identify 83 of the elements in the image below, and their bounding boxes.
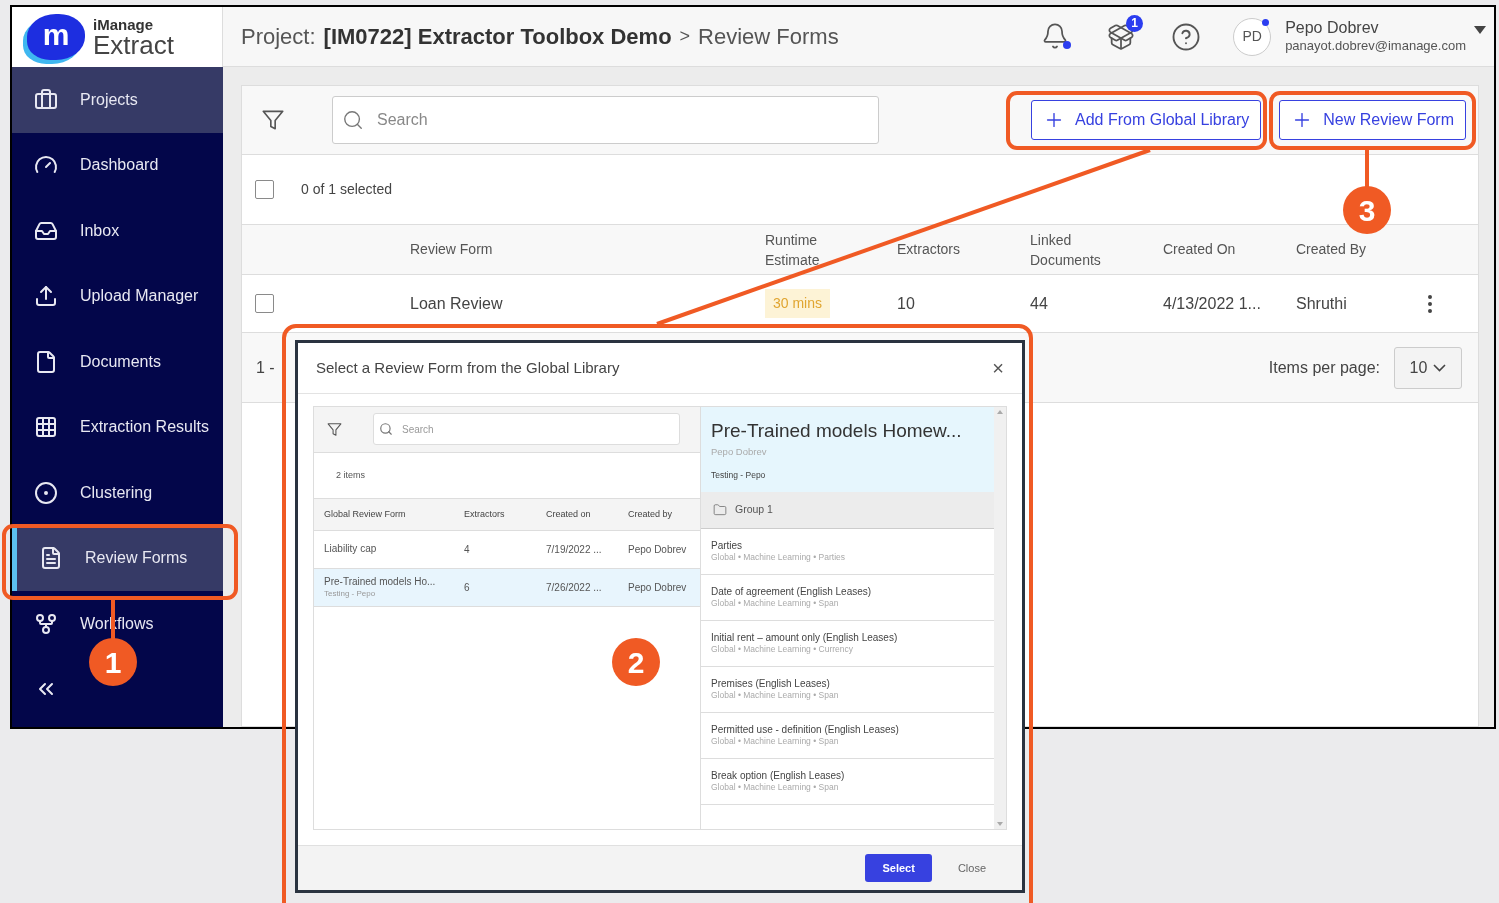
form-subtitle: Testing - Pepo [324, 588, 377, 599]
user-name: Pepo Dobrev [1285, 18, 1380, 39]
column-header[interactable]: Runtime Estimate [765, 229, 865, 270]
search-icon [342, 109, 364, 131]
sidebar-item[interactable]: Projects [12, 67, 223, 133]
selection-count: 0 of 1 selected [301, 180, 393, 199]
table-cell-text: Shruthi [1296, 293, 1348, 314]
extractor-meta: Global • Machine Learning • Span [711, 736, 840, 747]
form-name: Pre-Trained models Ho... [324, 576, 437, 589]
extractor-meta: Global • Machine Learning • Span [711, 690, 840, 701]
extractor-meta: Global • Machine Learning • Currency [711, 644, 855, 655]
form-row[interactable]: Pre-Trained models Ho... Testing - Pepo 6 7/26/2022 ... Pepo Dobrev [314, 568, 700, 607]
item-count: 2 items [336, 468, 365, 482]
document-icon [34, 349, 58, 374]
table-cell[interactable]: Loan Review [410, 291, 765, 316]
column-header[interactable]: Created By [1296, 239, 1418, 260]
logo-brand: iManage [93, 16, 154, 32]
table-cell-text: 4 [464, 542, 471, 557]
table-cell-text: 10 [897, 293, 916, 314]
target-icon [34, 480, 58, 505]
checkbox[interactable] [255, 180, 274, 199]
table-cell-text: Pepo Dobrev [628, 580, 688, 595]
table-cell-text: 4/13/2022 1... [1163, 293, 1262, 314]
runtime-tag: 30 mins [765, 289, 831, 318]
column-header[interactable]: Created on [546, 507, 628, 522]
extractor-meta: Global • Machine Learning • Parties [711, 552, 846, 563]
table-cell-text: 7/19/2022 ... [546, 542, 603, 557]
column-header[interactable]: Created by [628, 507, 700, 522]
sidebar-item[interactable]: Review Forms [12, 525, 223, 591]
column-header[interactable]: Extractors [464, 507, 546, 522]
table-cell-text: 44 [1030, 293, 1049, 314]
sidebar-item[interactable]: Dashboard [12, 132, 223, 198]
search-field[interactable]: Search [373, 413, 680, 446]
grid-icon [34, 415, 58, 440]
detail-title: Pre-Trained models Homew... [711, 418, 963, 443]
sidebar-item[interactable]: Upload Manager [12, 263, 223, 329]
items-per-page-label: Items per page: [1268, 357, 1380, 378]
new-form-button[interactable]: New Review Form [1279, 100, 1466, 140]
table-cell-text: 6 [464, 580, 471, 595]
sidebar-item[interactable]: Clustering [12, 460, 223, 526]
caret-icon[interactable] [1474, 25, 1486, 34]
chevron-down-icon [1433, 363, 1447, 372]
search-field[interactable]: Search [332, 96, 879, 144]
filter-icon[interactable] [326, 420, 343, 438]
search-icon [379, 422, 393, 437]
extractor-meta: Global • Machine Learning • Span [711, 598, 840, 609]
select-button[interactable]: Select [865, 853, 932, 882]
folder-icon [713, 502, 727, 517]
checkbox[interactable] [255, 294, 274, 313]
dialog-title: Select a Review Form from the Global Library [316, 357, 620, 378]
user-avatar[interactable]: PD [1233, 17, 1272, 56]
add-from-library-button[interactable]: Add From Global Library [1031, 100, 1262, 140]
page-range: 1 - [256, 357, 275, 378]
table-cell-text: 7/26/2022 ... [546, 580, 603, 595]
detail-tag: Testing - Pepo [711, 468, 994, 482]
upload-icon [34, 284, 58, 309]
column-header[interactable]: Extractors [897, 239, 1030, 260]
sidebar-item[interactable]: Extraction Results [12, 394, 223, 460]
user-email: panayot.dobrev@imanage.com [1285, 38, 1466, 55]
briefcase-icon [34, 87, 58, 112]
dialog-close-button[interactable]: Close [957, 859, 986, 877]
column-header[interactable]: Global Review Form [324, 507, 464, 522]
column-header[interactable]: Created On [1163, 239, 1296, 260]
detail-author: Pepo Dobrev [711, 444, 768, 459]
help-icon[interactable] [1171, 21, 1202, 52]
group-label[interactable]: Group 1 [735, 502, 773, 518]
form-icon [39, 546, 63, 571]
leader-line [1365, 150, 1369, 187]
sidebar-item[interactable]: Documents [12, 329, 223, 395]
extractor-meta: Global • Machine Learning • Span [711, 782, 840, 793]
column-header[interactable]: Review Form [410, 239, 765, 260]
branch-icon [34, 611, 58, 636]
tasks-count: 1 [1126, 14, 1144, 32]
form-name: Liability cap [324, 543, 378, 556]
table-cell-text: Pepo Dobrev [628, 542, 688, 557]
close-button[interactable]: × [992, 357, 1004, 378]
breadcrumb-separator: > [679, 25, 691, 48]
breadcrumb-prefix: Project: [241, 23, 316, 51]
page-title: Review Forms [698, 23, 839, 51]
page-size-select[interactable]: 10 [1394, 346, 1462, 389]
sidebar-item[interactable]: Inbox [12, 198, 223, 264]
column-header[interactable]: Linked Documents [1030, 229, 1130, 270]
project-name[interactable]: [IM0722] Extractor Toolbox Demo [323, 20, 672, 53]
